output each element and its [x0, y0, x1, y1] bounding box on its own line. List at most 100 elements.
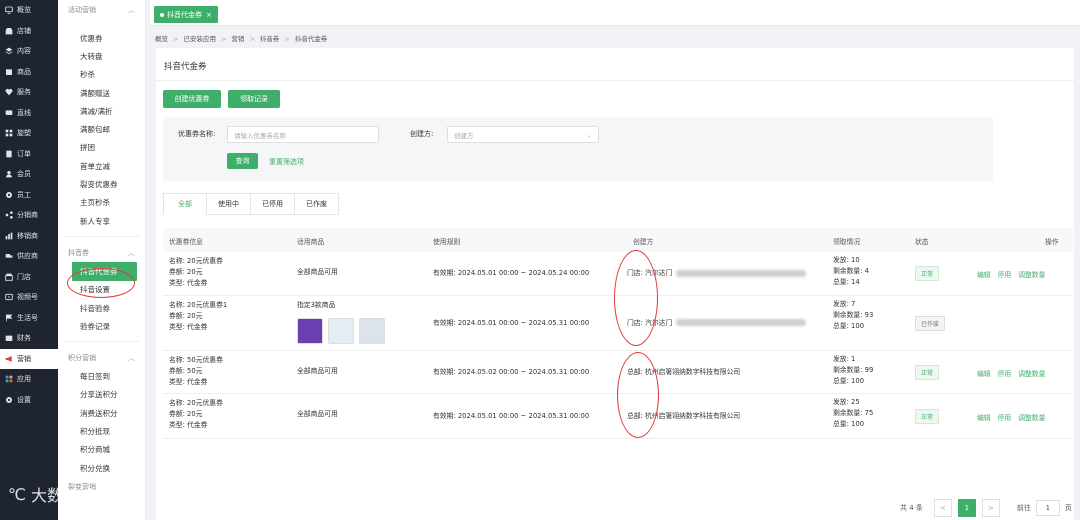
submenu-item[interactable]: 积分抵现 [58, 422, 145, 440]
nav-item-2[interactable]: 内容 [0, 41, 58, 62]
next-page-button[interactable]: > [981, 499, 1000, 517]
adjust-quantity-link[interactable]: 调整数量 [1018, 412, 1045, 422]
submenu-item[interactable]: 分享送积分 [58, 386, 145, 404]
status-tab[interactable]: 已停用 [251, 193, 295, 215]
edit-link[interactable]: 编辑 [977, 269, 991, 279]
submenu-group-points[interactable]: 积分营销 ︿ [58, 348, 145, 367]
page-title: 抖音代金券 [164, 62, 207, 72]
submenu-item[interactable]: 新人专享 [58, 212, 145, 230]
nav-item-label: 财务 [17, 334, 31, 343]
submenu-item[interactable]: 大转盘 [58, 47, 145, 65]
submenu-item[interactable]: 抖音验券 [58, 299, 145, 317]
breadcrumb-item[interactable]: 营销 [231, 35, 244, 43]
submenu-item[interactable]: 积分兑换 [58, 459, 145, 477]
status-tab[interactable]: 使用中 [207, 193, 251, 215]
product-thumbnail[interactable] [328, 318, 354, 344]
status-tab[interactable]: 已作废 [295, 193, 339, 215]
nav-item-15[interactable]: 生活号 [0, 308, 58, 329]
adjust-quantity-link[interactable]: 调整数量 [1018, 269, 1045, 279]
breadcrumb-item[interactable]: 已安装应用 [183, 35, 216, 43]
product-thumbnail[interactable] [359, 318, 385, 344]
submenu-item[interactable]: 满减/满折 [58, 102, 145, 120]
applicable-goods: 指定3款商品 [297, 301, 336, 309]
chart-icon [4, 231, 13, 240]
claim-records-button[interactable]: 领取记录 [228, 90, 280, 108]
heart-icon [4, 88, 13, 97]
status-badge: 正常 [915, 408, 940, 424]
submenu-item[interactable]: 积分商城 [58, 441, 145, 459]
goto-page-input[interactable]: 1 [1035, 500, 1060, 516]
submenu-item[interactable]: 消费送积分 [58, 404, 145, 422]
nav-item-label: 员工 [17, 190, 31, 199]
nav-item-7[interactable]: 订单 [0, 144, 58, 165]
page-number-button[interactable]: 1 [957, 499, 976, 517]
submenu-item[interactable]: 抖音设置 [58, 281, 145, 299]
submenu-item[interactable]: 满额赠送 [58, 84, 145, 102]
nav-item-label: 会员 [17, 170, 31, 179]
submenu-item[interactable]: 验券记录 [58, 317, 145, 335]
nav-item-16[interactable]: 财务 [0, 328, 58, 349]
column-header: 领取情况 [833, 238, 861, 246]
layers-icon [4, 47, 13, 56]
claim-issued: 发放: 10 [833, 256, 860, 264]
disable-link[interactable]: 停用 [998, 412, 1012, 422]
nav-item-8[interactable]: 会员 [0, 164, 58, 185]
close-icon[interactable]: × [206, 11, 212, 19]
product-thumbnail[interactable] [297, 318, 323, 344]
coupon-amount: 券额: 20元 [169, 410, 203, 418]
nav-item-17[interactable]: 营销 [0, 348, 58, 369]
query-button[interactable]: 查询 [227, 153, 258, 169]
submenu-item[interactable]: 优惠券 [58, 29, 145, 47]
reset-filters-link[interactable]: 重置筛选项 [269, 157, 304, 167]
nav-item-0[interactable]: 概览 [0, 0, 58, 21]
prev-page-button[interactable]: < [933, 499, 952, 517]
adjust-quantity-link[interactable]: 调整数量 [1018, 368, 1045, 378]
submenu-group-title: 抖音券 [68, 248, 89, 257]
nav-item-label: 移销商 [17, 231, 38, 240]
nav-item-19[interactable]: 设置 [0, 390, 58, 411]
submenu-item[interactable]: 裂变优惠券 [58, 175, 145, 193]
nav-item-9[interactable]: 员工 [0, 185, 58, 206]
coupon-info: 名称: 20元优惠券 券额: 20元 类型: 代金券 [169, 256, 223, 289]
nav-item-1[interactable]: 店铺 [0, 21, 58, 42]
nav-item-10[interactable]: 分销商 [0, 205, 58, 226]
coupon-info: 名称: 20元优惠券1 券额: 20元 类型: 代金券 [169, 300, 227, 333]
nav-item-11[interactable]: 移销商 [0, 226, 58, 247]
disable-link[interactable]: 停用 [998, 368, 1012, 378]
submenu-item[interactable]: 满额包邮 [58, 120, 145, 138]
create-coupon-button[interactable]: 创建优惠券 [163, 90, 221, 108]
coupon-info: 名称: 50元优惠券 券额: 50元 类型: 代金券 [169, 355, 223, 388]
submenu-group-activity[interactable]: 活动营销 ︿ [58, 0, 145, 19]
chevron-up-icon: ︿ [128, 5, 135, 14]
submenu-item[interactable]: 首单立减 [58, 157, 145, 175]
disable-link[interactable]: 停用 [998, 269, 1012, 279]
nav-item-5[interactable]: 直线 [0, 103, 58, 124]
nav-item-4[interactable]: 服务 [0, 82, 58, 103]
breadcrumb-item[interactable]: 概览 [155, 35, 168, 43]
page-tab-douyin-voucher[interactable]: 抖音代金券 × [154, 6, 218, 23]
submenu-item[interactable]: 秒杀 [58, 66, 145, 84]
submenu-item[interactable]: 主页秒杀 [58, 194, 145, 212]
user-icon [4, 170, 13, 179]
submenu-group-douyin[interactable]: 抖音券 ︿ [58, 243, 145, 262]
status-tab[interactable]: 全部 [163, 193, 207, 215]
nav-item-3[interactable]: 商品 [0, 62, 58, 83]
submenu-item[interactable]: 抖音代金券 [72, 262, 137, 281]
edit-link[interactable]: 编辑 [977, 368, 991, 378]
breadcrumb-item[interactable]: 抖音券 [260, 35, 280, 43]
submenu-item[interactable]: 拼团 [58, 139, 145, 157]
submenu-item[interactable]: 每日签到 [58, 367, 145, 385]
nav-item-6[interactable]: 旋塑 [0, 123, 58, 144]
breadcrumb-separator-icon: > [220, 35, 227, 43]
nav-item-12[interactable]: 供应商 [0, 246, 58, 267]
nav-item-13[interactable]: 门店 [0, 267, 58, 288]
nav-item-label: 旋塑 [17, 129, 31, 138]
creator-select[interactable]: 创建方 ⌄ [447, 126, 599, 143]
edit-link[interactable]: 编辑 [977, 412, 991, 422]
nav-item-label: 服务 [17, 88, 31, 97]
nav-item-18[interactable]: 应用 [0, 369, 58, 390]
coupon-name-input[interactable]: 请输入优惠券名称 [227, 126, 379, 143]
nav-item-14[interactable]: 视频号 [0, 287, 58, 308]
watermark-logo-icon: ℃ [8, 484, 26, 504]
creator-label: 创建方: [410, 130, 434, 138]
